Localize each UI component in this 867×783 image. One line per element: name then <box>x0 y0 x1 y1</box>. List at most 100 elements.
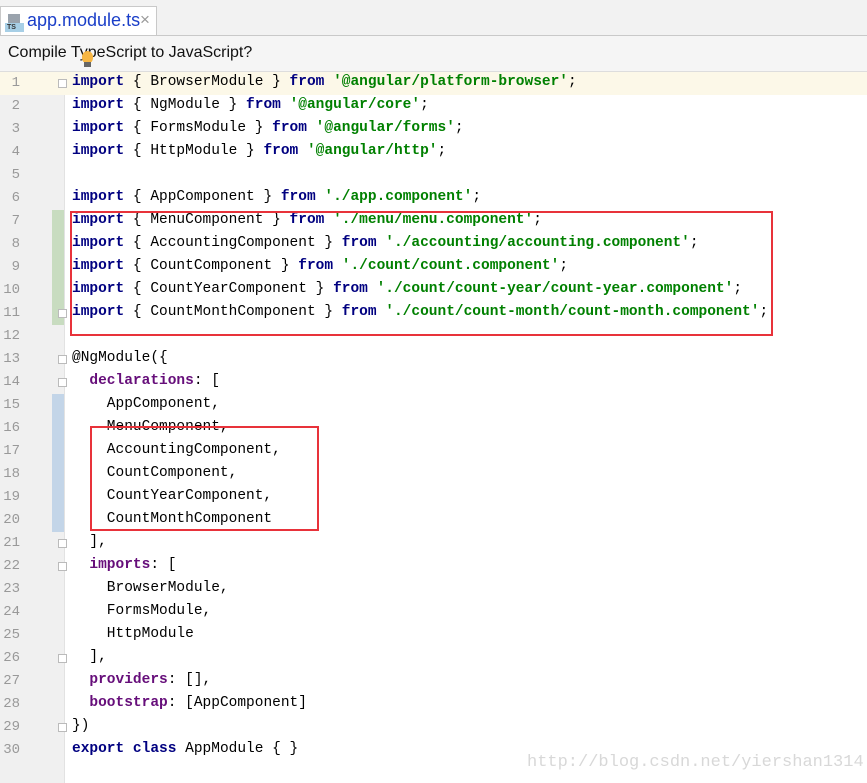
keyword-token: import <box>72 97 125 113</box>
line-number: 3 <box>11 121 20 137</box>
code-token: ], <box>72 534 107 550</box>
code-line[interactable]: 26 ], <box>0 647 867 670</box>
fold-marker-icon[interactable] <box>58 539 67 548</box>
code-line[interactable]: 25 HttpModule <box>0 624 867 647</box>
keyword-token: from <box>272 120 307 136</box>
fold-marker-icon[interactable] <box>58 654 67 663</box>
line-number: 4 <box>11 144 20 160</box>
code-line[interactable]: 28 bootstrap: [AppComponent] <box>0 693 867 716</box>
keyword-token: from <box>289 74 325 90</box>
code-line[interactable]: 13 @NgModule({ <box>0 348 867 371</box>
code-text: ], <box>72 649 107 665</box>
code-line[interactable]: 23 BrowserModule, <box>0 578 867 601</box>
modified-change-marker[interactable] <box>52 509 64 532</box>
line-number: 13 <box>3 351 20 367</box>
editor-tab-bar: TS app.module.ts × <box>0 0 867 36</box>
code-token: : [], <box>167 672 212 688</box>
modified-change-marker[interactable] <box>52 394 64 417</box>
string-token: '@angular/platform-browser' <box>333 74 569 90</box>
tab-app-module[interactable]: TS app.module.ts × <box>0 6 157 35</box>
code-text: import { BrowserModule } from '@angular/… <box>72 74 577 90</box>
code-line[interactable]: 14 declarations: [ <box>0 371 867 394</box>
code-token: AppModule { } <box>176 741 299 757</box>
code-text: declarations: [ <box>72 373 220 389</box>
code-line[interactable]: 27 providers: [], <box>0 670 867 693</box>
highlight-box-declarations <box>90 426 319 531</box>
code-text: AppComponent, <box>72 396 220 412</box>
fold-marker-icon[interactable] <box>58 355 67 364</box>
close-icon[interactable]: × <box>140 10 150 30</box>
code-token: { BrowserModule } <box>124 74 290 90</box>
line-number: 12 <box>3 328 20 344</box>
line-number: 18 <box>3 466 20 482</box>
keyword-token: import <box>72 189 125 205</box>
compile-notification-bar: Compile TypeScript to JavaScript? <box>0 36 867 72</box>
line-number: 14 <box>3 374 20 390</box>
line-number: 1 <box>11 75 20 91</box>
code-token: { AppComponent } <box>124 189 281 205</box>
code-line[interactable]: 1 import { BrowserModule } from '@angular… <box>0 72 867 95</box>
code-line[interactable]: 21 ], <box>0 532 867 555</box>
code-token: ; <box>437 143 447 159</box>
added-change-marker[interactable] <box>52 279 64 302</box>
line-number: 28 <box>3 696 20 712</box>
code-line[interactable]: 4 import { HttpModule } from '@angular/ht… <box>0 141 867 164</box>
added-change-marker[interactable] <box>52 233 64 256</box>
string-token: '@angular/forms' <box>315 120 455 136</box>
fold-marker-icon[interactable] <box>58 562 67 571</box>
tab-title: app.module.ts <box>27 10 141 30</box>
code-text: BrowserModule, <box>72 580 229 596</box>
code-token: { NgModule } <box>124 97 247 113</box>
line-number: 25 <box>3 627 20 643</box>
modified-change-marker[interactable] <box>52 486 64 509</box>
code-line[interactable]: 29}) <box>0 716 867 739</box>
string-token: './app.component' <box>324 189 473 205</box>
code-token: : [AppComponent] <box>167 695 307 711</box>
line-number: 6 <box>11 190 20 206</box>
keyword-token: import <box>72 120 125 136</box>
fold-marker-icon[interactable] <box>58 79 67 88</box>
keyword-token: export <box>72 741 125 757</box>
code-line[interactable]: 22 imports: [ <box>0 555 867 578</box>
keyword-token: class <box>132 741 177 757</box>
code-line[interactable]: 15 AppComponent, <box>0 394 867 417</box>
property-token: imports <box>89 557 151 573</box>
code-line[interactable]: 24 FormsModule, <box>0 601 867 624</box>
code-token: AppComponent, <box>72 396 220 412</box>
added-change-marker[interactable] <box>52 210 64 233</box>
fold-marker-icon[interactable] <box>58 378 67 387</box>
code-token: BrowserModule, <box>72 580 229 596</box>
added-change-marker[interactable] <box>52 256 64 279</box>
modified-change-marker[interactable] <box>52 417 64 440</box>
keyword-token: from <box>246 97 281 113</box>
code-line[interactable]: 5 <box>0 164 867 187</box>
highlight-box-imports <box>70 211 773 336</box>
code-text: FormsModule, <box>72 603 211 619</box>
lightbulb-base <box>84 62 91 67</box>
code-text: HttpModule <box>72 626 194 642</box>
line-number: 24 <box>3 604 20 620</box>
line-number: 9 <box>11 259 20 275</box>
modified-change-marker[interactable] <box>52 440 64 463</box>
code-line[interactable]: 2 import { NgModule } from '@angular/core… <box>0 95 867 118</box>
code-line[interactable]: 6 import { AppComponent } from './app.com… <box>0 187 867 210</box>
modified-change-marker[interactable] <box>52 463 64 486</box>
fold-marker-icon[interactable] <box>58 723 67 732</box>
code-token: ], <box>72 649 107 665</box>
notification-text[interactable]: Compile TypeScript to JavaScript? <box>8 44 252 62</box>
line-number: 30 <box>3 742 20 758</box>
code-text: import { NgModule } from '@angular/core'… <box>72 97 429 113</box>
line-number: 2 <box>11 98 20 114</box>
code-token: ; <box>420 97 429 113</box>
line-number: 15 <box>3 397 20 413</box>
code-text: import { AppComponent } from './app.comp… <box>72 189 481 205</box>
code-line[interactable]: 3 import { FormsModule } from '@angular/f… <box>0 118 867 141</box>
line-number: 11 <box>3 305 20 321</box>
fold-marker-icon[interactable] <box>58 309 67 318</box>
